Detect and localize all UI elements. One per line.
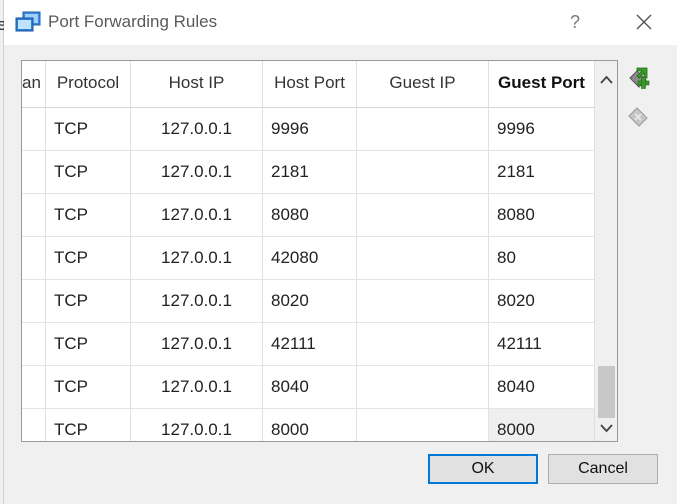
table-body: TCP 127.0.0.1 9996 9996 TCP 127.0.0.1 21… xyxy=(22,108,594,441)
table-row[interactable]: TCP 127.0.0.1 42111 42111 xyxy=(22,323,594,366)
host-port-cell[interactable]: 42111 xyxy=(263,323,357,365)
guest-ip-cell[interactable] xyxy=(357,151,489,193)
remove-rule-icon[interactable] xyxy=(624,102,652,130)
host-ip-cell[interactable]: 127.0.0.1 xyxy=(131,108,263,150)
guest-port-cell[interactable]: 9996 xyxy=(489,108,594,150)
host-port-cell[interactable]: 42080 xyxy=(263,237,357,279)
help-button[interactable]: ? xyxy=(560,8,590,36)
vertical-scrollbar[interactable] xyxy=(594,61,618,441)
scroll-down-arrow-icon[interactable] xyxy=(595,417,618,439)
host-port-cell[interactable]: 8080 xyxy=(263,194,357,236)
dialog-client-area: an Protocol Host IP Host Port Guest IP G… xyxy=(4,45,677,504)
host-port-cell[interactable]: 9996 xyxy=(263,108,357,150)
name-cell[interactable] xyxy=(22,409,46,441)
protocol-cell[interactable]: TCP xyxy=(46,366,131,408)
table-row[interactable]: TCP 127.0.0.1 9996 9996 xyxy=(22,108,594,151)
table-row[interactable]: TCP 127.0.0.1 8080 8080 xyxy=(22,194,594,237)
name-cell[interactable] xyxy=(22,366,46,408)
name-cell[interactable] xyxy=(22,237,46,279)
name-cell[interactable] xyxy=(22,194,46,236)
protocol-cell[interactable]: TCP xyxy=(46,194,131,236)
guest-port-cell[interactable]: 8020 xyxy=(489,280,594,322)
rules-table: an Protocol Host IP Host Port Guest IP G… xyxy=(21,60,618,442)
protocol-cell[interactable]: TCP xyxy=(46,323,131,365)
guest-port-cell[interactable]: 8080 xyxy=(489,194,594,236)
host-port-cell[interactable]: 8040 xyxy=(263,366,357,408)
table-header: an Protocol Host IP Host Port Guest IP G… xyxy=(22,61,594,108)
column-header-guest-ip[interactable]: Guest IP xyxy=(357,61,489,107)
guest-ip-cell[interactable] xyxy=(357,366,489,408)
scroll-up-arrow-icon[interactable] xyxy=(595,69,618,91)
ok-button[interactable]: OK xyxy=(428,454,538,484)
guest-port-cell[interactable]: 8040 xyxy=(489,366,594,408)
protocol-cell[interactable]: TCP xyxy=(46,237,131,279)
host-ip-cell[interactable]: 127.0.0.1 xyxy=(131,323,263,365)
name-cell[interactable] xyxy=(22,151,46,193)
guest-ip-cell[interactable] xyxy=(357,323,489,365)
guest-port-cell[interactable]: 2181 xyxy=(489,151,594,193)
guest-ip-cell[interactable] xyxy=(357,194,489,236)
add-rule-icon[interactable] xyxy=(624,65,652,93)
host-ip-cell[interactable]: 127.0.0.1 xyxy=(131,409,263,441)
title-bar: Port Forwarding Rules ? xyxy=(4,0,677,45)
protocol-cell[interactable]: TCP xyxy=(46,280,131,322)
host-port-cell[interactable]: 8000 xyxy=(263,409,357,441)
name-cell[interactable] xyxy=(22,280,46,322)
table-row[interactable]: TCP 127.0.0.1 42080 80 xyxy=(22,237,594,280)
close-icon[interactable] xyxy=(626,8,662,36)
table-row[interactable]: TCP 127.0.0.1 8040 8040 xyxy=(22,366,594,409)
guest-port-cell-selected[interactable]: 8000 xyxy=(489,409,594,441)
window-title: Port Forwarding Rules xyxy=(48,12,218,31)
host-port-cell[interactable]: 2181 xyxy=(263,151,357,193)
scrollbar-thumb[interactable] xyxy=(598,366,615,418)
protocol-cell[interactable]: TCP xyxy=(46,151,131,193)
guest-port-cell[interactable]: 80 xyxy=(489,237,594,279)
column-header-host-port[interactable]: Host Port xyxy=(263,61,357,107)
table-row[interactable]: TCP 127.0.0.1 2181 2181 xyxy=(22,151,594,194)
host-ip-cell[interactable]: 127.0.0.1 xyxy=(131,151,263,193)
column-header-guest-port[interactable]: Guest Port xyxy=(489,61,594,107)
name-cell[interactable] xyxy=(22,108,46,150)
column-header-name[interactable]: an xyxy=(22,61,46,107)
guest-ip-cell[interactable] xyxy=(357,409,489,441)
guest-ip-cell[interactable] xyxy=(357,108,489,150)
table-row[interactable]: TCP 127.0.0.1 8020 8020 xyxy=(22,280,594,323)
host-ip-cell[interactable]: 127.0.0.1 xyxy=(131,280,263,322)
host-ip-cell[interactable]: 127.0.0.1 xyxy=(131,366,263,408)
guest-ip-cell[interactable] xyxy=(357,280,489,322)
cancel-button[interactable]: Cancel xyxy=(548,454,658,484)
column-header-protocol[interactable]: Protocol xyxy=(46,61,131,107)
host-ip-cell[interactable]: 127.0.0.1 xyxy=(131,237,263,279)
protocol-cell[interactable]: TCP xyxy=(46,108,131,150)
guest-ip-cell[interactable] xyxy=(357,237,489,279)
name-cell[interactable] xyxy=(22,323,46,365)
column-header-host-ip[interactable]: Host IP xyxy=(131,61,263,107)
host-port-cell[interactable]: 8020 xyxy=(263,280,357,322)
guest-port-cell[interactable]: 42111 xyxy=(489,323,594,365)
virtualbox-app-icon xyxy=(15,11,41,32)
host-ip-cell[interactable]: 127.0.0.1 xyxy=(131,194,263,236)
protocol-cell[interactable]: TCP xyxy=(46,409,131,441)
table-row[interactable]: TCP 127.0.0.1 8000 8000 xyxy=(22,409,594,441)
